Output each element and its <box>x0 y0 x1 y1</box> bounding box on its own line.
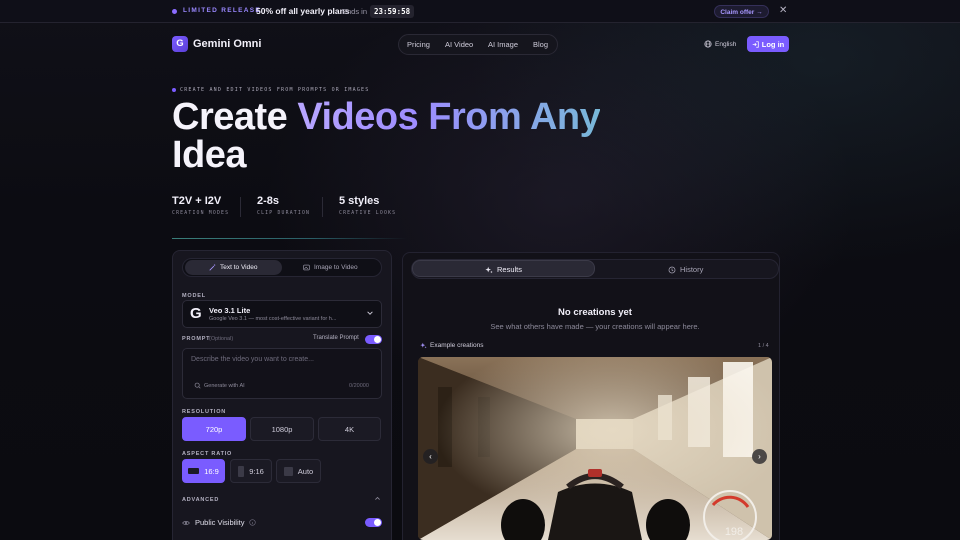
logo-icon[interactable]: G <box>172 36 188 52</box>
generate-with-ai-button[interactable]: Generate with AI <box>194 382 245 389</box>
empty-state-title: No creations yet <box>558 307 632 318</box>
nav-item-ai-video[interactable]: AI Video <box>445 40 473 49</box>
auto-ratio-icon <box>283 466 293 476</box>
example-video-thumbnail: 198 <box>418 357 772 540</box>
translate-label: Translate Prompt <box>313 335 359 341</box>
login-label: Log in <box>761 39 785 49</box>
next-arrow-icon[interactable]: › <box>752 449 767 464</box>
hero-title-line2: Idea <box>172 134 247 176</box>
model-description: Google Veo 3.1 — most cost-effective var… <box>209 316 337 322</box>
promo-timer: 23:59:58 <box>370 5 415 18</box>
prev-arrow-icon[interactable]: ‹ <box>423 449 438 464</box>
login-icon <box>752 40 759 48</box>
char-counter: 0/20000 <box>349 383 369 389</box>
claim-offer-button[interactable]: Claim offer → <box>714 5 769 18</box>
stat-value: 5 styles <box>339 195 380 207</box>
history-icon <box>668 266 676 273</box>
aspect-auto[interactable]: Auto <box>276 459 321 483</box>
promo-ends-label: Ends in <box>342 7 368 16</box>
google-icon: G <box>190 305 202 322</box>
stat-value: 2-8s <box>257 195 280 207</box>
resolution-4k[interactable]: 4K <box>318 417 381 441</box>
visibility-label: Public Visibility <box>195 518 245 527</box>
nav-item-blog[interactable]: Blog <box>533 40 548 49</box>
aspect-option-label: Auto <box>297 466 314 476</box>
resolution-720p[interactable]: 720p <box>182 417 246 441</box>
eye-icon <box>182 520 190 525</box>
landscape-icon <box>188 468 200 474</box>
stat-value: T2V + I2V <box>172 195 222 207</box>
wand-icon <box>209 264 216 271</box>
public-visibility-row: Public Visibility <box>182 518 257 527</box>
examples-label-text: Example creations <box>430 342 484 349</box>
eyebrow-dot-icon <box>172 88 176 92</box>
tab-label: Results <box>497 265 523 274</box>
tab-label: Image to Video <box>314 264 358 271</box>
language-selector[interactable]: English <box>704 40 736 48</box>
tab-label: Text to Video <box>220 264 258 271</box>
portrait-icon <box>238 465 245 477</box>
empty-state-subtitle: See what others have made — your creatio… <box>490 322 700 331</box>
model-label: MODEL <box>182 293 206 299</box>
image-icon <box>303 264 310 271</box>
sparkle-icon <box>485 266 493 273</box>
translate-toggle[interactable] <box>365 335 382 344</box>
chevron-up-icon[interactable] <box>374 495 381 502</box>
examples-counter: 1 / 4 <box>758 343 769 349</box>
example-creations-label: Example creations <box>420 342 483 349</box>
hero-title-gradient: Videos From Any <box>297 96 601 138</box>
language-label: English <box>715 40 737 48</box>
promo-bar: LIMITED RELEASE 50% off all yearly plans… <box>0 0 960 23</box>
visibility-toggle[interactable] <box>365 518 382 527</box>
stat-label: CREATION MODES <box>172 211 230 216</box>
globe-icon <box>704 40 712 48</box>
prompt-optional: (Optional) <box>209 336 234 342</box>
example-video[interactable]: 198 ‹ › <box>418 357 772 540</box>
resolution-1080p[interactable]: 1080p <box>250 417 314 441</box>
aspect-option-label: 16:9 <box>204 466 219 476</box>
stat-label: CLIP DURATION <box>257 211 311 216</box>
hero-title: Create Videos From Any Idea <box>172 96 601 176</box>
tab-results[interactable]: Results <box>485 265 522 274</box>
promo-dot-icon <box>172 9 177 14</box>
info-icon <box>249 519 257 526</box>
prompt-placeholder: Describe the video you want to create... <box>191 356 314 363</box>
nav-item-pricing[interactable]: Pricing <box>407 40 430 49</box>
login-button[interactable]: Log in <box>747 36 789 52</box>
tab-text-to-video[interactable]: Text to Video <box>209 264 257 271</box>
prompt-label: PROMPT <box>182 336 211 342</box>
speed-readout: 198 <box>725 526 743 538</box>
resolution-label: RESOLUTION <box>182 409 227 415</box>
aspect-option-label: 9:16 <box>249 466 264 476</box>
sparkle-icon <box>420 342 427 349</box>
generate-ai-label: Generate with AI <box>204 382 245 389</box>
aspect-label: ASPECT RATIO <box>182 451 233 457</box>
stat-label: CREATIVE LOOKS <box>339 211 397 216</box>
stat-divider <box>240 197 241 217</box>
hero-divider <box>172 238 407 239</box>
chevron-down-icon[interactable] <box>366 309 374 317</box>
close-icon[interactable]: ✕ <box>779 5 787 16</box>
brand-name[interactable]: Gemini Omni <box>193 38 261 50</box>
sparkle-search-icon <box>194 382 201 389</box>
hero-title-plain: Create <box>172 96 298 138</box>
aspect-16-9[interactable]: 16:9 <box>182 459 225 483</box>
stat-divider <box>322 197 323 217</box>
nav-item-ai-image[interactable]: AI Image <box>488 40 518 49</box>
model-name: Veo 3.1 Lite <box>209 306 251 315</box>
tab-label: History <box>680 265 704 274</box>
promo-tag: LIMITED RELEASE <box>183 7 262 14</box>
tab-history[interactable]: History <box>668 265 703 274</box>
promo-offer: 50% off all yearly plans <box>256 6 350 16</box>
advanced-label: ADVANCED <box>182 497 220 503</box>
tab-image-to-video[interactable]: Image to Video <box>303 264 358 271</box>
aspect-9-16[interactable]: 9:16 <box>230 459 272 483</box>
hero-eyebrow: CREATE AND EDIT VIDEOS FROM PROMPTS OR I… <box>180 87 370 93</box>
